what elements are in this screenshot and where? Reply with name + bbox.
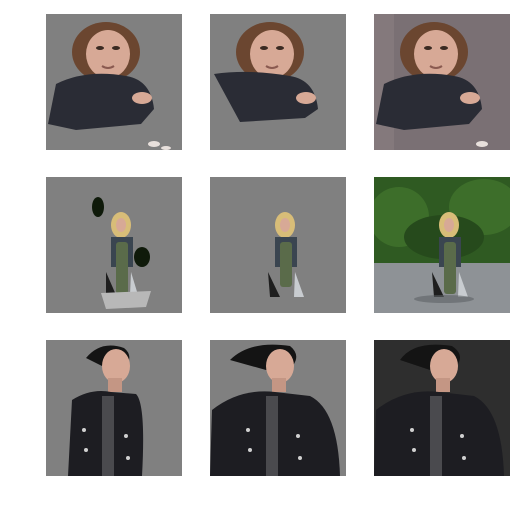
row2-mask-b xyxy=(210,177,346,313)
row1-mask-a xyxy=(46,14,182,150)
row2-mask-a xyxy=(46,177,182,313)
row2-original xyxy=(374,177,510,313)
row3-original xyxy=(374,340,510,476)
row1-mask-b xyxy=(210,14,346,150)
row1-original xyxy=(374,14,510,150)
image-grid xyxy=(0,0,520,510)
row3-mask-b xyxy=(210,340,346,476)
row3-mask-a xyxy=(46,340,182,476)
